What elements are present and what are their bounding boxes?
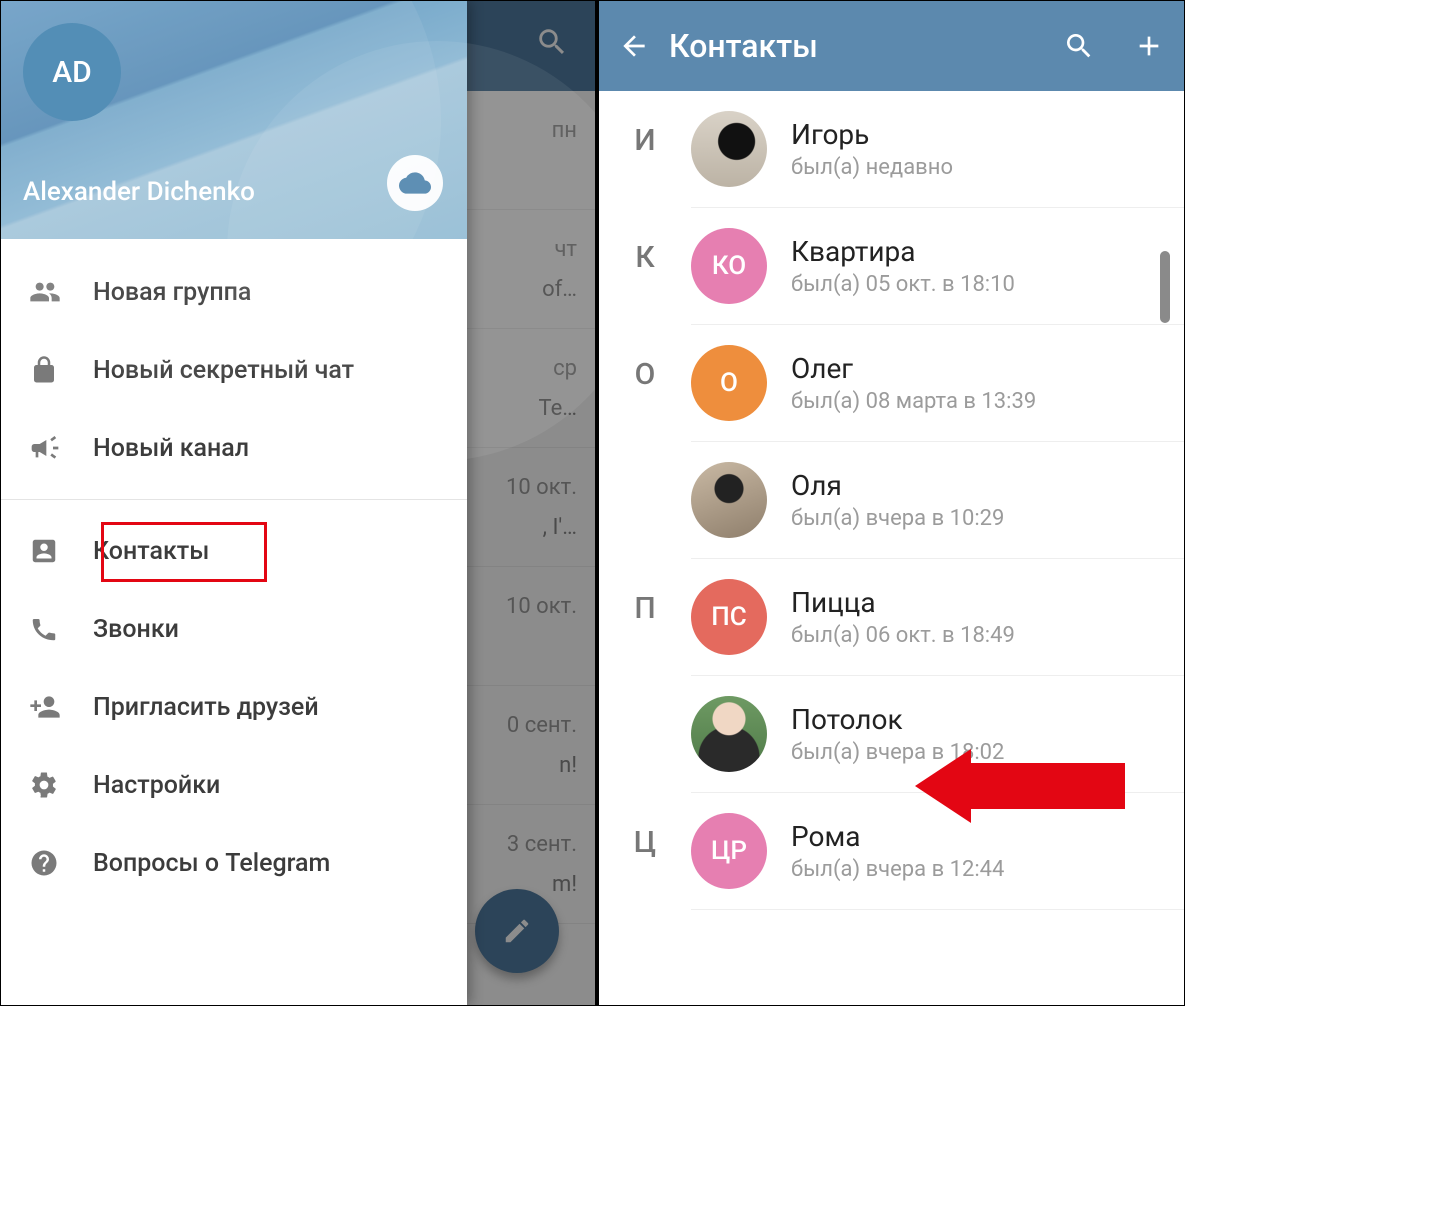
contact-name: Потолок (791, 703, 1004, 736)
divider (691, 909, 1184, 910)
navigation-drawer: AD Alexander Dichenko Новая группа Новый… (1, 1, 467, 1005)
contact-row[interactable]: ПС Пицца был(а) 06 окт. в 18:49 (691, 559, 1184, 675)
cloud-theme-button[interactable] (387, 155, 443, 211)
menu-label: Настройки (93, 771, 220, 800)
contacts-screenshot: Контакты И Игорь был(а) недавно ККО Квартира… (599, 1, 1184, 1005)
add-contact-icon[interactable] (1114, 30, 1184, 62)
contact-name: Пицца (791, 586, 1015, 619)
contact-status: был(а) 05 окт. в 18:10 (791, 272, 1015, 297)
contact-name: Рома (791, 820, 1004, 853)
user-name: Alexander Dichenko (23, 177, 255, 207)
user-avatar[interactable]: AD (23, 23, 121, 121)
contact-status: был(а) недавно (791, 155, 953, 180)
gear-icon (29, 770, 93, 800)
menu-settings[interactable]: Настройки (1, 746, 467, 824)
contact-avatar: КО (691, 228, 767, 304)
contact-status: был(а) вчера в 18:02 (791, 740, 1004, 765)
menu-label: Контакты (93, 537, 209, 566)
contact-status: был(а) вчера в 12:44 (791, 857, 1004, 882)
contact-avatar (691, 111, 767, 187)
menu-label: Пригласить друзей (93, 693, 319, 722)
contact-row[interactable]: КО Квартира был(а) 05 окт. в 18:10 (691, 208, 1184, 324)
contacts-section: ППС Пицца был(а) 06 окт. в 18:49 Потолок был… (599, 559, 1184, 793)
phone-icon (29, 614, 93, 644)
contact-name: Игорь (791, 118, 953, 151)
contact-row[interactable]: ЦР Рома был(а) вчера в 12:44 (691, 793, 1184, 909)
menu-label: Новый канал (93, 434, 249, 463)
contact-row[interactable]: Потолок был(а) вчера в 18:02 (691, 676, 1184, 792)
contacts-section: ККО Квартира был(а) 05 окт. в 18:10 (599, 208, 1184, 325)
avatar-initials: AD (52, 55, 91, 90)
menu-contacts[interactable]: Контакты (1, 512, 467, 590)
search-icon[interactable] (1044, 30, 1114, 62)
divider (1, 499, 467, 500)
drawer-header: AD Alexander Dichenko (1, 1, 467, 239)
section-letter: П (599, 559, 691, 793)
contacts-section: ОО Олег был(а) 08 марта в 13:39 Оля был(а) в… (599, 325, 1184, 559)
contacts-header: Контакты (599, 1, 1184, 91)
contact-avatar (691, 696, 767, 772)
contact-status: был(а) вчера в 10:29 (791, 506, 1004, 531)
contact-status: был(а) 08 марта в 13:39 (791, 389, 1036, 414)
back-button[interactable] (599, 30, 669, 62)
megaphone-icon (29, 432, 93, 464)
section-letter: О (599, 325, 691, 559)
contact-avatar: ПС (691, 579, 767, 655)
scrollbar-thumb[interactable] (1160, 251, 1170, 323)
contact-row[interactable]: Оля был(а) вчера в 10:29 (691, 442, 1184, 558)
contact-avatar (691, 462, 767, 538)
contact-row[interactable]: Игорь был(а) недавно (691, 91, 1184, 207)
drawer-screenshot: пнof…чтTe…ср, I'…10 окт.10 окт.n!0 сент.… (1, 1, 599, 1005)
contacts-section: И Игорь был(а) недавно (599, 91, 1184, 208)
section-letter: К (599, 208, 691, 325)
contact-status: был(а) 06 окт. в 18:49 (791, 623, 1015, 648)
menu-calls[interactable]: Звонки (1, 590, 467, 668)
contacts-section: ЦЦР Рома был(а) вчера в 12:44 (599, 793, 1184, 910)
section-letter: Ц (599, 793, 691, 910)
section-letter: И (599, 91, 691, 208)
contacts-list[interactable]: И Игорь был(а) недавно ККО Квартира был(а) 05… (599, 91, 1184, 1005)
menu-invite[interactable]: Пригласить друзей (1, 668, 467, 746)
contact-name: Олег (791, 352, 1036, 385)
menu-faq[interactable]: Вопросы о Telegram (1, 824, 467, 902)
menu-label: Звонки (93, 615, 179, 644)
contact-name: Квартира (791, 235, 1015, 268)
contact-row[interactable]: О Олег был(а) 08 марта в 13:39 (691, 325, 1184, 441)
person-add-icon (29, 691, 93, 723)
help-icon (29, 848, 93, 878)
contact-icon (29, 536, 93, 566)
contact-avatar: О (691, 345, 767, 421)
menu-label: Вопросы о Telegram (93, 849, 330, 878)
contact-avatar: ЦР (691, 813, 767, 889)
contacts-title: Контакты (669, 27, 1044, 65)
contact-name: Оля (791, 469, 1004, 502)
